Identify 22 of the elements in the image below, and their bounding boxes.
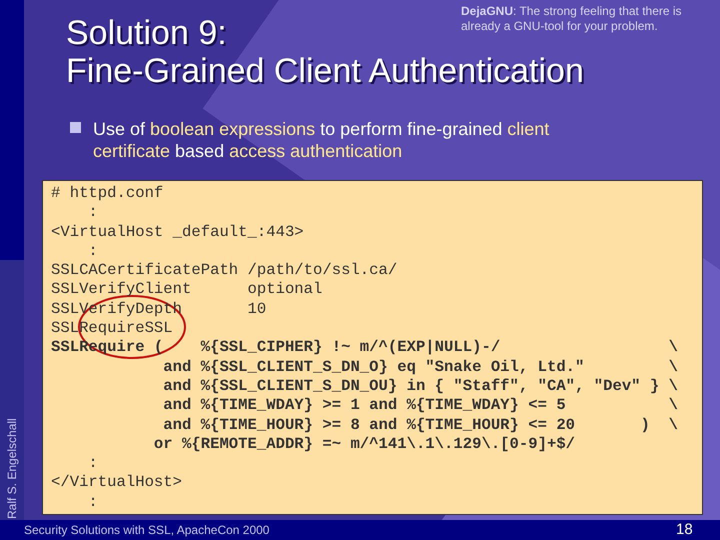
page-number: 18: [676, 521, 693, 538]
code-line: :: [87, 203, 98, 223]
slide-title: Solution 9:: [66, 14, 227, 52]
code-line: :: [87, 492, 98, 512]
bullet-text: Use of boolean expressions to perform fine-grained client certificate based access authentication: [93, 118, 550, 162]
code-line: and %{TIME_WDAY} >= 1 and %{TIME_WDAY} <= 5 \: [162, 396, 678, 416]
bullet-icon: [70, 122, 81, 133]
code-line: and %{TIME_HOUR} >= 8 and %{TIME_HOUR} <= 20 ) \: [162, 416, 678, 435]
code-line: SSLVerifyClient optional: [51, 280, 322, 300]
code-line: :: [87, 454, 98, 474]
code-line: :: [87, 242, 98, 262]
slide-title: Fine-Grained Client Authentication: [66, 52, 584, 90]
code-line: or %{REMOTE_ADDR} =~ m/^141\.1\.129\.[0-9]+$/: [152, 434, 576, 454]
tagline: DejaGNU: The strong feeling that there is already a GNU-tool for your problem.: [461, 4, 683, 34]
author-label: Ralf S. Engelschall: [4, 417, 20, 519]
code-line: <VirtualHost _default_:443>: [51, 222, 304, 242]
code-line: and %{SSL_CLIENT_S_DN_O} eq "Snake Oil, Ltd." \: [162, 358, 678, 377]
code-line: SSLCACertificatePath /path/to/ssl.ca/: [51, 261, 398, 280]
code-line: </VirtualHost>: [51, 473, 182, 493]
code-line: and %{SSL_CLIENT_S_DN_OU} in { "Staff", "CA", "Dev" } \: [162, 376, 678, 396]
code-line: # httpd.conf: [51, 184, 164, 204]
footer-text: Security Solutions with SSL, ApacheCon 2000: [24, 523, 270, 538]
